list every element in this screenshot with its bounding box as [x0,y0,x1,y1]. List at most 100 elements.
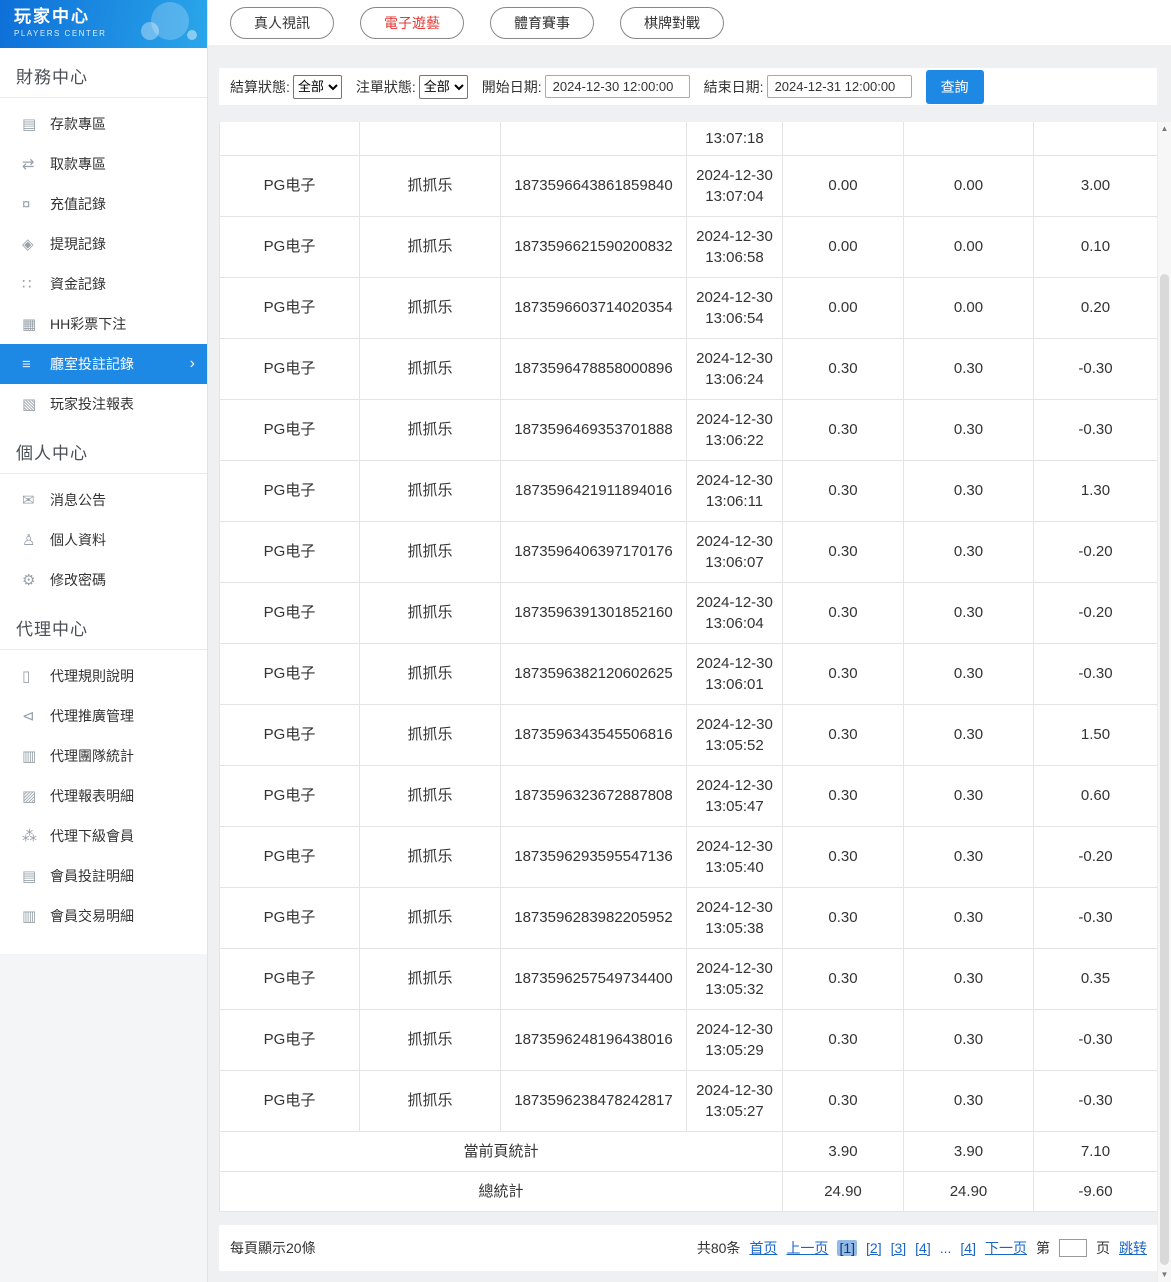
sidebar-item-label: 廳室投註記錄 [50,354,134,374]
cell-bet-amount: 0.30 [783,338,904,399]
table-row: PG电子 抓抓乐 1873596421911894016 2024-12-30 … [220,460,1158,521]
page-current[interactable]: [1] [837,1240,857,1256]
cell-bet-id: 1873596238478242817 [501,1070,687,1131]
cell-bet-id: 1873596469353701888 [501,399,687,460]
cell-valid-amount: 0.30 [904,643,1034,704]
sidebar-item-share[interactable]: ⊲ 代理推廣管理 › [0,696,207,736]
sidebar-item-bell[interactable]: ✉ 消息公告 › [0,480,207,520]
cell-bet-time: 2024-12-30 13:06:58 [687,216,783,277]
jump-suffix: 页 [1096,1238,1110,1258]
scroll-up-arrow-icon[interactable]: ▲ [1158,122,1171,136]
sidebar-item-bet-detail[interactable]: ▤ 會員投註明細 › [0,856,207,896]
sidebar-item-report-detail[interactable]: ▨ 代理報表明細 › [0,776,207,816]
page-link[interactable]: 上一页 [786,1238,828,1258]
jump-button[interactable]: 跳转 [1119,1238,1147,1258]
cell-bet-time: 2024-12-30 13:07:04 [687,155,783,216]
cell-bet-time: 2024-12-30 13:06:22 [687,399,783,460]
cell-valid-amount: 0.00 [904,277,1034,338]
cell-win-loss: 0.10 [1034,216,1158,277]
table-scrollbar[interactable]: ▲ ▼ [1157,122,1171,1282]
tab-棋牌對戰[interactable]: 棋牌對戰 [620,7,724,39]
sidebar-item-trade-detail[interactable]: ▥ 會員交易明細 › [0,896,207,936]
cell-bet-amount: 0.30 [783,643,904,704]
cell-win-loss: -0.30 [1034,887,1158,948]
scroll-down-arrow-icon[interactable]: ▼ [1158,1268,1171,1282]
page-link[interactable]: [3] [891,1240,907,1256]
cell-bet-id [501,122,687,155]
bet-status-select[interactable]: 全部 [419,75,468,99]
cell-bet-time: 2024-12-30 13:05:32 [687,948,783,1009]
cell-bet-amount: 0.30 [783,765,904,826]
sidebar-item-cashout[interactable]: ◈ 提現記錄 › [0,224,207,264]
cell-win-loss: -0.30 [1034,1009,1158,1070]
sidebar-item-recharge[interactable]: ¤ 充值記錄 › [0,184,207,224]
cell-bet-id: 1873596391301852160 [501,582,687,643]
summary-label: 總統計 [220,1171,783,1211]
cell-game: 抓抓乐 [360,826,501,887]
cell-valid-amount: 0.30 [904,338,1034,399]
sidebar-item-deposit[interactable]: ▤ 存款專區 › [0,104,207,144]
cell-bet-time: 2024-12-30 13:06:24 [687,338,783,399]
cell-game: 抓抓乐 [360,704,501,765]
start-date-input[interactable] [545,75,690,98]
table-row: PG电子 抓抓乐 1873596391301852160 2024-12-30 … [220,582,1158,643]
cell-win-loss: -0.30 [1034,643,1158,704]
game-category-tabs: 真人視訊 電子遊藝 體育賽事 棋牌對戰 [208,0,1171,45]
page-link[interactable]: 首页 [749,1238,777,1258]
settle-status-select[interactable]: 全部 [293,75,342,99]
sidebar-item-gear[interactable]: ⚙ 修改密碼 › [0,560,207,600]
scrollbar-thumb[interactable] [1160,274,1169,1265]
sidebar-item-user[interactable]: ♙ 個人資料 › [0,520,207,560]
tab-電子遊藝[interactable]: 電子遊藝 [360,7,464,39]
summary-valid-amount: 24.90 [904,1171,1034,1211]
settle-status-label: 結算狀態: [230,77,290,97]
cell-bet-id: 1873596603714020354 [501,277,687,338]
sidebar-item-room-bet[interactable]: ≡ 廳室投註記錄 › [0,344,207,384]
page-link[interactable]: [2] [866,1240,882,1256]
share-icon: ⊲ [22,707,50,725]
cell-platform: PG电子 [220,521,360,582]
sidebar-item-lottery[interactable]: ▦ HH彩票下注 › [0,304,207,344]
sidebar-item-funds[interactable]: ∷ 資金記錄 › [0,264,207,304]
tab-真人視訊[interactable]: 真人視訊 [230,7,334,39]
cell-game [360,122,501,155]
cell-bet-id: 1873596283982205952 [501,887,687,948]
sidebar-item-withdraw[interactable]: ⇄ 取款專區 › [0,144,207,184]
cell-win-loss [1034,122,1158,155]
summary-valid-amount: 3.90 [904,1131,1034,1171]
cell-win-loss: -0.30 [1034,1070,1158,1131]
sidebar-item-rules-doc[interactable]: ▯ 代理規則說明 › [0,656,207,696]
tab-體育賽事[interactable]: 體育賽事 [490,7,594,39]
cell-win-loss: 1.50 [1034,704,1158,765]
end-date-label: 結束日期: [704,77,764,97]
cell-win-loss: -0.20 [1034,521,1158,582]
end-date-input[interactable] [767,75,912,98]
table-row-partial: 13:07:18 [220,122,1158,155]
decorative-circle-icon [187,30,197,40]
sidebar-filler [0,954,207,1282]
query-button[interactable]: 查詢 [926,70,984,104]
jump-prefix: 第 [1036,1238,1050,1258]
cell-bet-id: 1873596478858000896 [501,338,687,399]
cell-bet-id: 1873596406397170176 [501,521,687,582]
cell-win-loss: 0.60 [1034,765,1158,826]
cell-win-loss: -0.30 [1034,399,1158,460]
cell-platform: PG电子 [220,460,360,521]
cell-game: 抓抓乐 [360,1070,501,1131]
cell-bet-time: 2024-12-30 13:06:11 [687,460,783,521]
page-link[interactable]: [4] [915,1240,931,1256]
sidebar-item-team-stats[interactable]: ▥ 代理團隊統計 › [0,736,207,776]
rules-doc-icon: ▯ [22,667,50,685]
sidebar-item-label: 消息公告 [50,490,106,510]
sidebar-section: 財務中心 ▤ 存款專區 › ⇄ 取款專區 › ¤ 充值記錄 › ◈ 提現記錄 ›… [0,48,207,424]
report-detail-icon: ▨ [22,787,50,805]
page-link[interactable]: 下一页 [985,1238,1027,1258]
table-row: PG电子 抓抓乐 1873596248196438016 2024-12-30 … [220,1009,1158,1070]
sidebar-item-bet-report[interactable]: ▧ 玩家投注報表 › [0,384,207,424]
page-link[interactable]: [4] [960,1240,976,1256]
sidebar-item-label: 個人資料 [50,530,106,550]
sidebar-section-items: ▤ 存款專區 › ⇄ 取款專區 › ¤ 充值記錄 › ◈ 提現記錄 › ∷ 資金… [0,104,207,424]
page-jump-input[interactable] [1059,1239,1087,1257]
table-row: PG电子 抓抓乐 1873596343545506816 2024-12-30 … [220,704,1158,765]
sidebar-item-sub-members[interactable]: ⁂ 代理下級會員 › [0,816,207,856]
